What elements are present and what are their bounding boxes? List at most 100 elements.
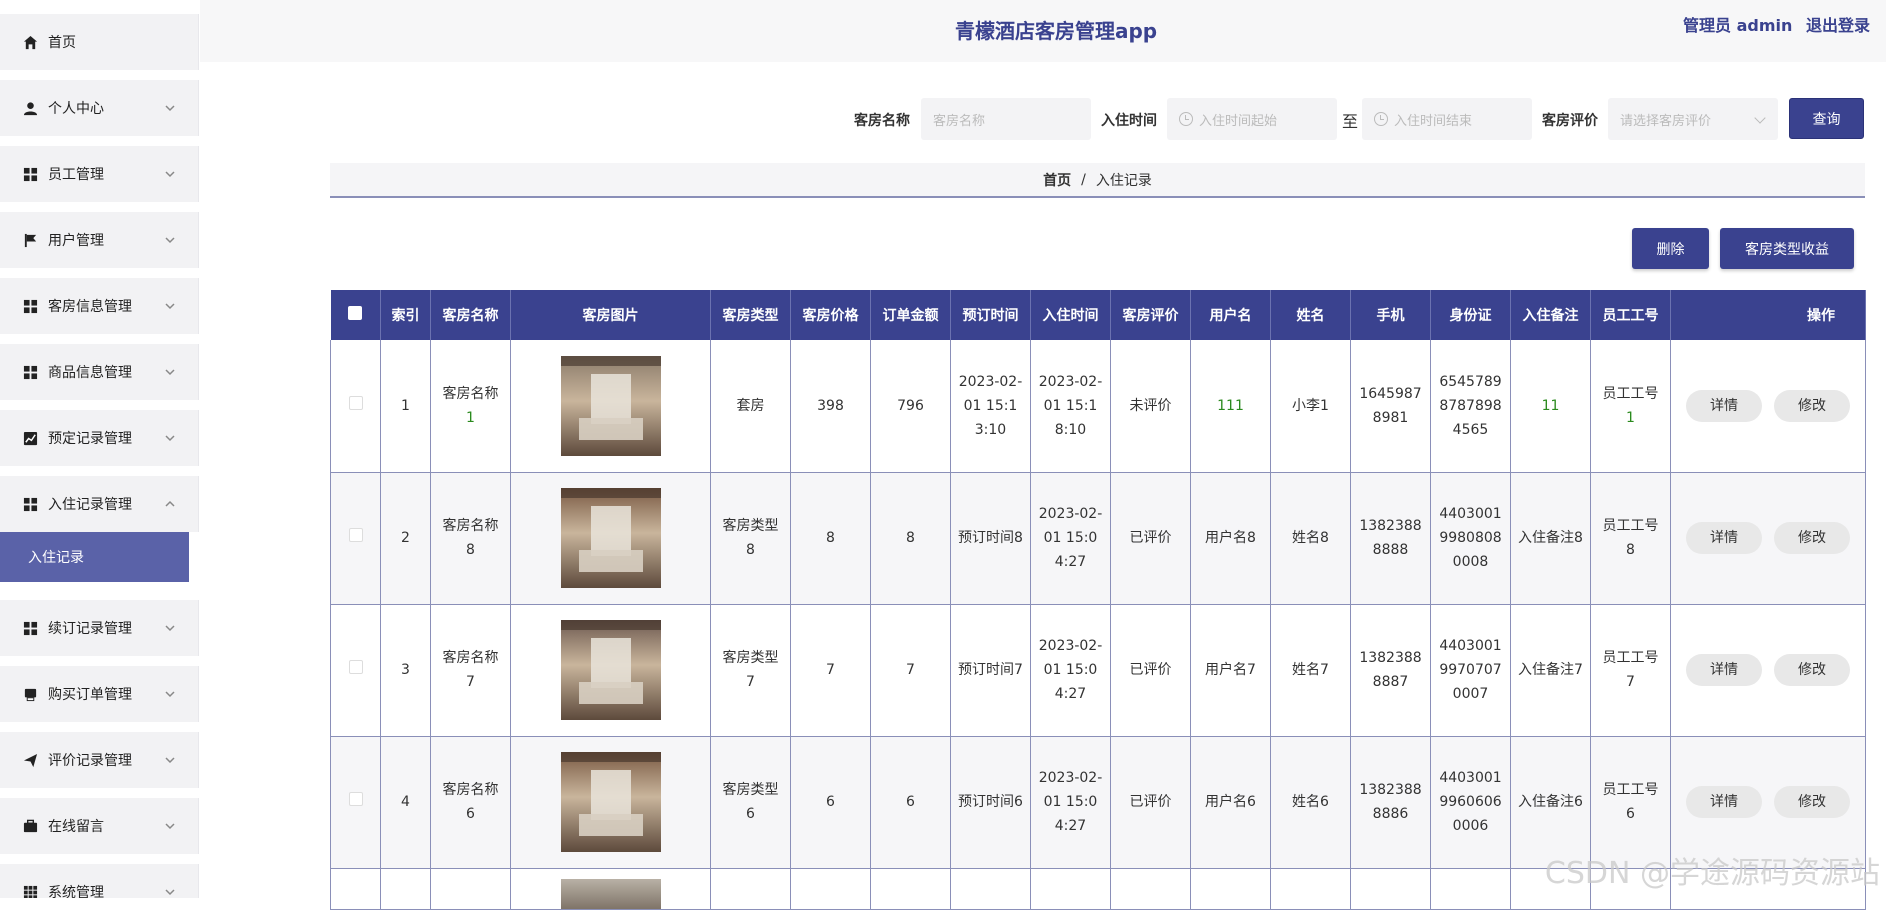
row-checkbox[interactable] bbox=[349, 528, 363, 542]
chevron-down-icon bbox=[164, 234, 176, 246]
sidebar-item[interactable]: 评价记录管理 bbox=[0, 732, 199, 788]
sidebar-item[interactable]: 在线留言 bbox=[0, 798, 199, 854]
room-type-cell: 客房类型7 bbox=[711, 604, 791, 736]
sidebar-item-label: 在线留言 bbox=[48, 816, 104, 836]
actions-cell: 详情修改 bbox=[1671, 340, 1866, 472]
search-bar: 客房名称 客房名称 入住时间 入住时间起始 至 入住时间结束 客房评价 请选择客… bbox=[0, 98, 1886, 140]
checkin-start-placeholder: 入住时间起始 bbox=[1199, 110, 1277, 129]
select-cell bbox=[331, 604, 381, 736]
amount-cell: 796 bbox=[871, 340, 951, 472]
checkin-end-input[interactable]: 入住时间结束 bbox=[1362, 98, 1532, 140]
idcard-value: 654578987878984565 bbox=[1439, 374, 1501, 438]
row-checkbox[interactable] bbox=[349, 660, 363, 674]
app-title: 青檬酒店客房管理app bbox=[955, 15, 1157, 44]
clock-icon bbox=[1374, 112, 1388, 126]
room-name-input[interactable]: 客房名称 bbox=[921, 98, 1091, 140]
sidebar-item-label: 商品信息管理 bbox=[48, 362, 132, 382]
remark-cell: 入住备注8 bbox=[1511, 472, 1591, 604]
sidebar-item[interactable]: 客房信息管理 bbox=[0, 278, 199, 334]
sidebar-subitem-checkin-records[interactable]: 入住记录 bbox=[0, 532, 189, 582]
booking-time-value: 预订时间7 bbox=[958, 662, 1023, 678]
phone-value: 13823888887 bbox=[1359, 650, 1421, 690]
price-cell: 7 bbox=[791, 604, 871, 736]
username-cell: 用户名7 bbox=[1191, 604, 1271, 736]
chevron-down-icon bbox=[164, 300, 176, 312]
sidebar-item[interactable]: 员工管理 bbox=[0, 146, 199, 202]
delete-button[interactable]: 删除 bbox=[1632, 228, 1709, 269]
room-name-value: 客房名称 bbox=[443, 518, 499, 534]
row-checkbox[interactable] bbox=[349, 792, 363, 806]
select-cell bbox=[331, 736, 381, 868]
checkin-start-input[interactable]: 入住时间起始 bbox=[1167, 98, 1337, 140]
sidebar-item[interactable]: 系统管理 bbox=[0, 864, 199, 898]
column-header: 订单金额 bbox=[871, 290, 951, 340]
clock-icon bbox=[1179, 112, 1193, 126]
empty-cell bbox=[331, 868, 381, 909]
user-area: 管理员 admin 退出登录 bbox=[1675, 12, 1870, 36]
sidebar-item[interactable]: 续订记录管理 bbox=[0, 600, 199, 656]
sidebar-item-label: 评价记录管理 bbox=[48, 750, 132, 770]
room-name-cell: 客房名称6 bbox=[431, 736, 511, 868]
sidebar-item[interactable]: 商品信息管理 bbox=[0, 344, 199, 400]
home-icon bbox=[22, 34, 38, 50]
employee-no-value: 员工工号 bbox=[1603, 782, 1659, 798]
sidebar-item-label: 预定记录管理 bbox=[48, 428, 132, 448]
sidebar-item[interactable]: 购买订单管理 bbox=[0, 666, 199, 722]
sidebar-item[interactable]: 入住记录管理 bbox=[0, 476, 199, 532]
column-header: 索引 bbox=[381, 290, 431, 340]
amount-value: 7 bbox=[906, 662, 915, 678]
price-value: 6 bbox=[826, 794, 835, 810]
query-button[interactable]: 查询 bbox=[1789, 98, 1864, 139]
actions-cell: 详情修改 bbox=[1671, 472, 1866, 604]
table-row: 2客房名称8客房类型888预订时间82023-02-01 15:04:27已评价… bbox=[331, 472, 1866, 604]
rating-select[interactable]: 请选择客房评价 bbox=[1608, 98, 1778, 140]
empty-cell bbox=[1431, 868, 1511, 909]
sidebar-item[interactable]: 预定记录管理 bbox=[0, 410, 199, 466]
sidebar-item[interactable]: 首页 bbox=[0, 14, 199, 70]
detail-button[interactable]: 详情 bbox=[1686, 786, 1762, 818]
checkin-time-cell: 2023-02-01 15:04:27 bbox=[1031, 604, 1111, 736]
rating-value: 已评价 bbox=[1130, 662, 1172, 678]
index-cell: 3 bbox=[381, 604, 431, 736]
select-cell bbox=[331, 472, 381, 604]
room-name-cell: 客房名称7 bbox=[431, 604, 511, 736]
remark-value: 11 bbox=[1542, 398, 1560, 414]
remark-cell: 11 bbox=[1511, 340, 1591, 472]
edit-button[interactable]: 修改 bbox=[1774, 654, 1850, 686]
phone-value: 16459878981 bbox=[1359, 386, 1421, 426]
select-all-checkbox[interactable] bbox=[348, 306, 362, 320]
sidebar-item-label: 用户管理 bbox=[48, 230, 104, 250]
edit-button[interactable]: 修改 bbox=[1774, 390, 1850, 422]
room-type-revenue-button[interactable]: 客房类型收益 bbox=[1720, 228, 1854, 269]
rating-cell: 已评价 bbox=[1111, 736, 1191, 868]
detail-button[interactable]: 详情 bbox=[1686, 390, 1762, 422]
idcard-cell: 440300199606060006 bbox=[1431, 736, 1511, 868]
breadcrumb-home[interactable]: 首页 bbox=[1043, 170, 1071, 190]
username-value: 用户名8 bbox=[1205, 530, 1256, 546]
edit-button[interactable]: 修改 bbox=[1774, 786, 1850, 818]
edit-button[interactable]: 修改 bbox=[1774, 522, 1850, 554]
range-separator: 至 bbox=[1342, 108, 1358, 132]
employee-no-cell: 员工工号8 bbox=[1591, 472, 1671, 604]
room-image-cell bbox=[511, 604, 711, 736]
username-cell: 用户名8 bbox=[1191, 472, 1271, 604]
detail-button[interactable]: 详情 bbox=[1686, 522, 1762, 554]
idcard-value: 440300199606060006 bbox=[1439, 770, 1501, 834]
employee-no-number: 1 bbox=[1626, 410, 1635, 426]
sidebar-item[interactable]: 用户管理 bbox=[0, 212, 199, 268]
employee-no-number: 6 bbox=[1626, 806, 1635, 822]
current-user: 管理员 admin bbox=[1683, 16, 1792, 35]
column-header: 客房评价 bbox=[1111, 290, 1191, 340]
row-checkbox[interactable] bbox=[349, 396, 363, 410]
room-name-number: 8 bbox=[466, 542, 475, 558]
chevron-down-icon bbox=[164, 366, 176, 378]
phone-cell: 16459878981 bbox=[1351, 340, 1431, 472]
empty-cell bbox=[951, 868, 1031, 909]
room-name-cell: 客房名称 8 bbox=[431, 472, 511, 604]
logout-link[interactable]: 退出登录 bbox=[1806, 16, 1870, 35]
chevron-down-icon bbox=[164, 754, 176, 766]
room-image-cell bbox=[511, 340, 711, 472]
room-type-cell: 客房类型6 bbox=[711, 736, 791, 868]
detail-button[interactable]: 详情 bbox=[1686, 654, 1762, 686]
select-cell bbox=[331, 340, 381, 472]
